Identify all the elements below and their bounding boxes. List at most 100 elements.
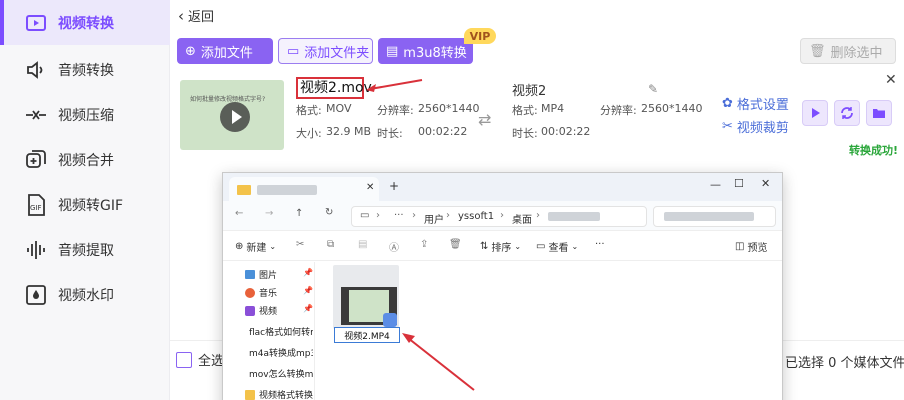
add-file-button[interactable]: ⊕ 添加文件 [177,38,273,64]
close-icon[interactable]: ✕ [885,72,897,88]
sidebar-item-audio-convert[interactable]: 音频转换 [0,47,170,92]
minimize-icon[interactable]: — [710,178,721,191]
nav-item-folder[interactable]: 视频格式转换 [245,388,313,400]
play-icon[interactable] [220,102,250,132]
m3u8-label: m3u8转换 [403,45,467,61]
explorer-toolbar: ⊕ 新建 ⌄ ✂ ⧉ ▤ Ⓐ ⇪ 🗑 ⇅ 排序 ⌄ ▭ 查看 ⌄ ··· ◫ 预… [223,231,782,261]
back-label: 返回 [188,10,215,25]
vip-badge: VIP [464,28,496,44]
sidebar-item-video-convert[interactable]: 视频转换 [0,0,170,45]
sidebar-item-video-compress[interactable]: 视频压缩 [0,92,170,137]
edit-pen-icon[interactable]: ✎ [648,82,658,96]
sidebar-item-label: 视频转GIF [58,198,124,214]
address-bar[interactable]: ▭ › ··· › 用户 › yssoft1 › 桌面 › [351,206,647,227]
source-resolution-label: 分辨率: [377,104,414,117]
chevron-right-icon: › [500,210,504,221]
videos-icon [245,305,255,316]
app-badge-icon [383,313,397,327]
chevron-left-icon: ‹ [178,6,184,25]
view-label: 查看 [548,243,569,254]
up-arrow-icon[interactable]: ↑ [295,208,303,219]
back-arrow-icon[interactable]: ← [235,208,243,219]
sidebar-item-audio-extract[interactable]: 音频提取 [0,227,170,272]
chevron-down-icon: ⌄ [514,242,522,251]
sort-icon: ⇅ [480,241,489,252]
file-name-label[interactable]: 视频2.MP4 [334,327,400,343]
video-crop-link[interactable]: ✂ 视频裁剪 [722,117,789,136]
sidebar-item-label: 音频转换 [58,63,114,79]
video-crop-label: 视频裁剪 [736,121,789,136]
cut-icon[interactable]: ✂ [296,239,304,250]
nav-item-folder[interactable]: mov怎么转换m [245,367,313,380]
share-icon[interactable]: ⇪ [420,239,428,250]
close-window-icon[interactable]: ✕ [761,177,770,190]
source-duration-label: 时长: [377,127,403,140]
preview-label: 预览 [747,243,768,254]
folder-icon [873,109,885,118]
breadcrumb-user[interactable]: yssoft1 [458,211,494,222]
select-all-label: 全选 [198,354,225,369]
forward-arrow-icon[interactable]: → [265,208,273,219]
explorer-tab[interactable]: ✕ [229,177,379,201]
play-button[interactable] [802,100,828,126]
more-options-icon[interactable]: ··· [595,239,605,250]
new-button[interactable]: ⊕ 新建 ⌄ [235,239,276,254]
source-format: MOV [326,102,352,115]
source-size: 32.9 MB [326,125,372,138]
target-format-label: 格式: [512,104,538,117]
paste-icon[interactable]: ▤ [358,239,367,250]
nav-item-label: mov怎么转换m [249,370,313,380]
search-input[interactable] [653,206,776,227]
refresh-icon[interactable]: ↻ [325,207,333,218]
open-folder-button[interactable] [866,100,892,126]
video-thumbnail[interactable]: 如何批量修改视频格式字号? [180,80,284,150]
waveform-icon [27,241,45,259]
document-icon: ▤ [386,43,399,59]
m3u8-convert-button[interactable]: ▤ m3u8转换 [378,38,473,64]
add-folder-label: 添加文件夹 [304,45,370,61]
target-format: MP4 [541,102,565,115]
compress-icon [26,110,46,120]
sort-button[interactable]: ⇅ 排序 ⌄ [480,239,521,254]
nav-item-label: m4a转换成mp3 [249,349,313,359]
format-settings-label: 格式设置 [736,98,789,113]
folder-icon [237,185,251,195]
rename-icon[interactable]: Ⓐ [389,239,399,254]
explorer-address-row: ← → ↑ ↻ ▭ › ··· › 用户 › yssoft1 › 桌面 › [223,201,782,231]
breadcrumb-desktop[interactable]: 桌面 [512,211,532,226]
target-resolution: 2560*1440 [641,102,703,115]
checkbox-box[interactable] [176,351,192,368]
trash-icon: 🗑 [809,43,826,59]
more-icon[interactable]: ··· [394,210,404,221]
back-button[interactable]: ‹ 返回 [178,6,215,26]
sidebar-item-video-watermark[interactable]: 视频水印 [0,272,170,317]
view-button[interactable]: ▭ 查看 ⌄ [536,239,578,254]
select-all-checkbox[interactable]: 全选 [176,350,224,369]
source-resolution: 2560*1440 [418,102,480,115]
sidebar-item-video-merge[interactable]: 视频合并 [0,137,170,182]
add-folder-button[interactable]: ▭ 添加文件夹 [278,38,373,64]
refresh-icon [841,107,853,119]
audio-convert-icon [27,61,43,79]
annotation-arrow-icon [366,79,423,92]
new-tab-icon[interactable]: + [389,179,399,193]
delete-selected-button[interactable]: 🗑 删除选中 [800,38,896,64]
target-duration: 00:02:22 [541,125,591,138]
svg-text:GIF: GIF [30,204,42,212]
copy-icon[interactable]: ⧉ [327,239,334,250]
explorer-titlebar: ✕ + — ☐ ✕ [223,173,782,201]
close-tab-icon[interactable]: ✕ [366,182,374,193]
nav-item-folder[interactable]: m4a转换成mp3 [245,346,313,359]
sidebar-item-video-to-gif[interactable]: GIF 视频转GIF [0,182,170,227]
plus-circle-icon: ⊕ [235,241,244,252]
reconvert-button[interactable] [834,100,860,126]
format-settings-link[interactable]: ✿ 格式设置 [722,94,789,113]
preview-button[interactable]: ◫ 预览 [735,239,767,254]
music-icon [245,287,255,298]
breadcrumb-users[interactable]: 用户 [424,211,444,226]
delete-icon[interactable]: 🗑 [449,239,462,250]
delete-label: 删除选中 [830,45,883,61]
folder-icon: ▭ [287,43,300,59]
nav-item-folder[interactable]: flac格式如何转m [245,325,313,338]
maximize-icon[interactable]: ☐ [734,177,744,190]
